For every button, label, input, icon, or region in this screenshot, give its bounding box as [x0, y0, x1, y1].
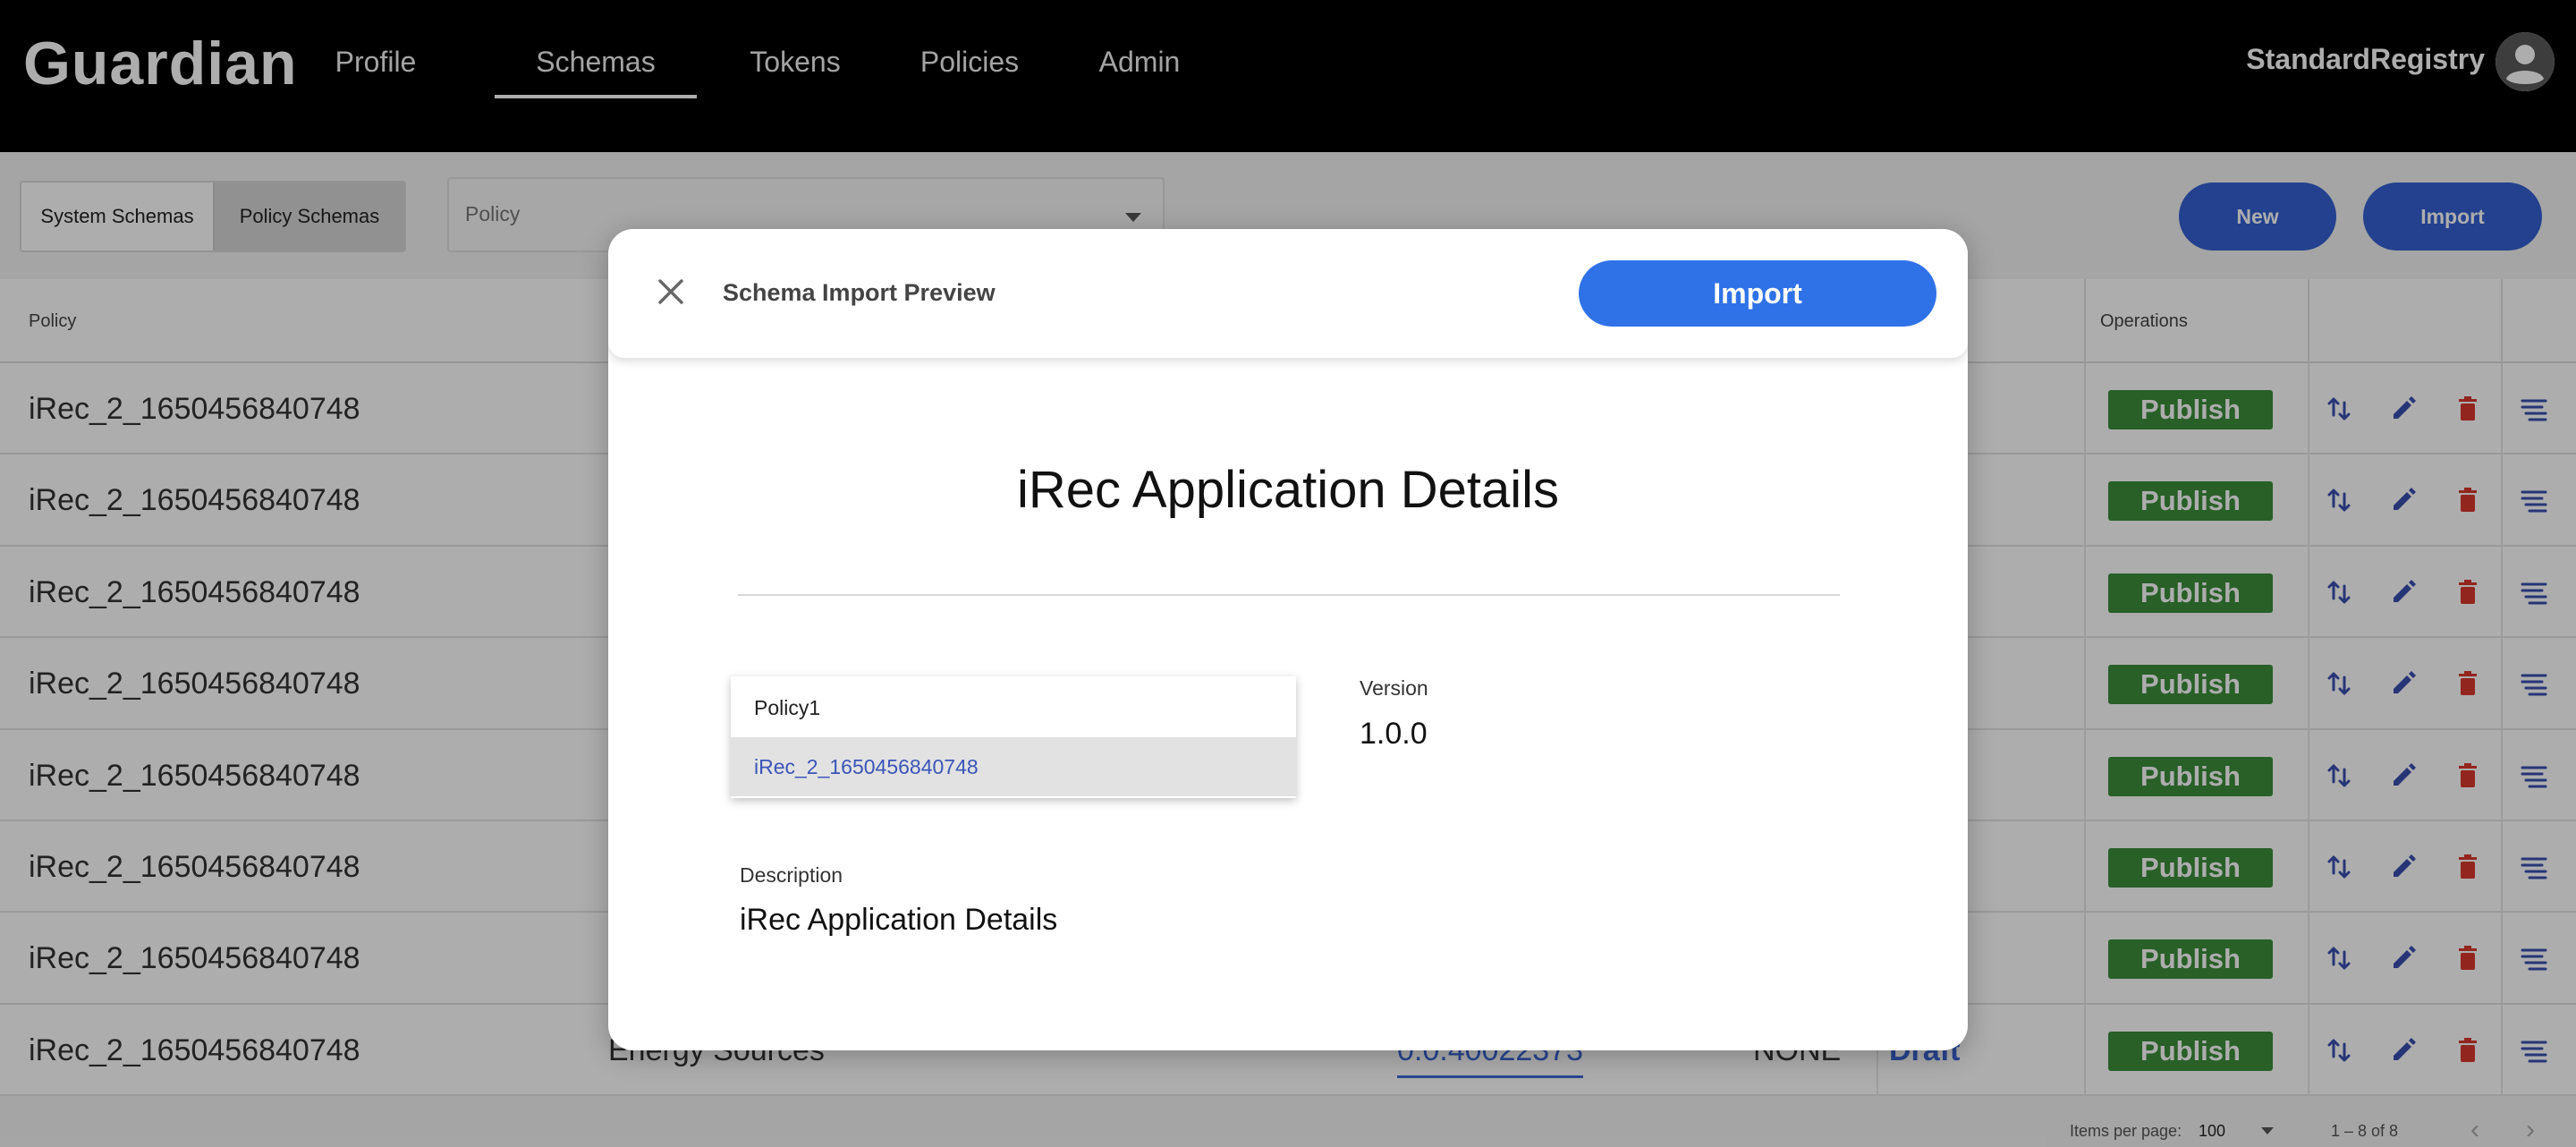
- policy-option[interactable]: Policy1: [731, 678, 1296, 737]
- dialog-import-button[interactable]: Import: [1579, 260, 1936, 327]
- schema-import-dialog: Schema Import Preview Import iRec Applic…: [608, 229, 1968, 1050]
- description-value: iRec Application Details: [740, 903, 1058, 937]
- close-icon[interactable]: [653, 274, 689, 310]
- version-value: 1.0.0: [1360, 717, 1428, 751]
- policy-dropdown-panel: Policy1 iRec_2_1650456840748: [731, 676, 1296, 798]
- dialog-header: Schema Import Preview Import: [608, 229, 1968, 358]
- schema-name-heading: iRec Application Details: [1016, 461, 1560, 519]
- version-label: Version: [1360, 676, 1428, 700]
- policy-option-selected[interactable]: iRec_2_1650456840748: [731, 737, 1296, 796]
- dialog-title: Schema Import Preview: [723, 279, 996, 306]
- divider: [738, 594, 1840, 596]
- description-label: Description: [740, 863, 843, 887]
